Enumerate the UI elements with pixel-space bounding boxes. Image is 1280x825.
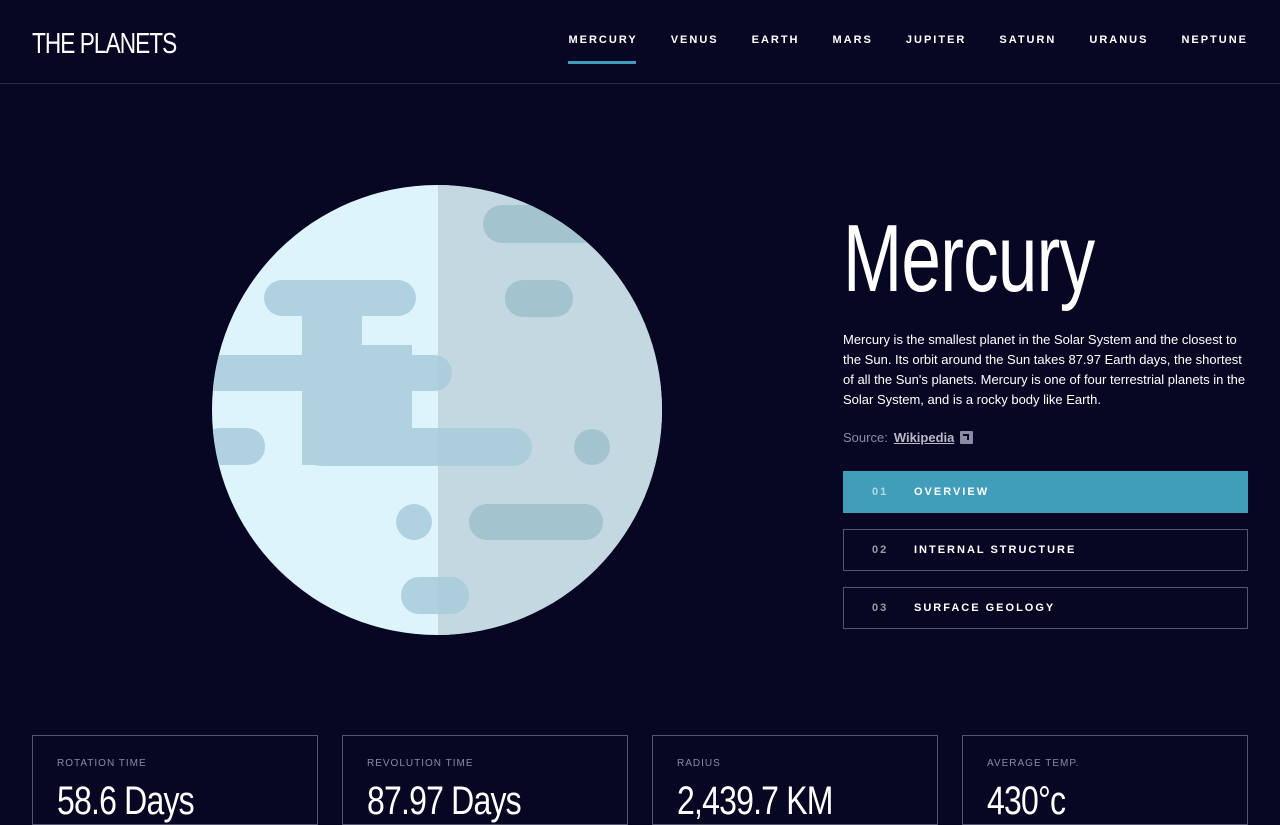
nav-item-earth[interactable]: EARTH [752, 0, 800, 84]
nav-item-neptune[interactable]: NEPTUNE [1181, 0, 1248, 84]
planet-nav: MERCURY VENUS EARTH MARS JUPITER SATURN … [568, 0, 1248, 84]
stat-value: 430°c [987, 779, 1066, 823]
stat-value: 87.97 Days [367, 779, 522, 823]
site-header: THE PLANETS MERCURY VENUS EARTH MARS JUP… [0, 0, 1280, 84]
stat-label: REVOLUTION TIME [367, 758, 474, 769]
external-link-icon[interactable] [960, 431, 974, 444]
wikipedia-link[interactable]: Wikipedia [894, 430, 955, 445]
tab-number: 03 [872, 602, 889, 614]
tab-label: INTERNAL STRUCTURE [914, 544, 1077, 556]
nav-item-jupiter[interactable]: JUPITER [906, 0, 966, 84]
stat-label: RADIUS [677, 758, 721, 769]
nav-item-saturn[interactable]: SATURN [999, 0, 1056, 84]
tab-number: 01 [872, 486, 889, 498]
nav-item-mercury[interactable]: MERCURY [568, 0, 637, 84]
source-line: Source: Wikipedia [843, 430, 974, 445]
mercury-planet-illustration [212, 185, 662, 635]
stat-average-temp: AVERAGE TEMP. 430°c [962, 735, 1248, 825]
nav-item-uranus[interactable]: URANUS [1089, 0, 1148, 84]
logo[interactable]: THE PLANETS [32, 28, 177, 60]
stat-value: 2,439.7 KM [677, 779, 833, 823]
tab-internal-structure[interactable]: 02 INTERNAL STRUCTURE [843, 529, 1248, 571]
stat-radius: RADIUS 2,439.7 KM [652, 735, 938, 825]
tab-label: SURFACE GEOLOGY [914, 602, 1056, 614]
tab-number: 02 [872, 544, 889, 556]
nav-item-mars[interactable]: MARS [833, 0, 873, 84]
stat-revolution-time: REVOLUTION TIME 87.97 Days [342, 735, 628, 825]
stat-label: AVERAGE TEMP. [987, 758, 1080, 769]
nav-item-venus[interactable]: VENUS [671, 0, 719, 84]
planet-description: Mercury is the smallest planet in the So… [843, 332, 1246, 407]
stat-value: 58.6 Days [57, 779, 195, 823]
planet-image [212, 185, 662, 635]
source-label: Source: [843, 430, 888, 445]
tab-overview[interactable]: 01 OVERVIEW [843, 471, 1248, 513]
stat-label: ROTATION TIME [57, 758, 147, 769]
tab-surface-geology[interactable]: 03 SURFACE GEOLOGY [843, 587, 1248, 629]
planet-title: Mercury [843, 205, 1095, 312]
tab-label: OVERVIEW [914, 486, 990, 498]
stat-rotation-time: ROTATION TIME 58.6 Days [32, 735, 318, 825]
